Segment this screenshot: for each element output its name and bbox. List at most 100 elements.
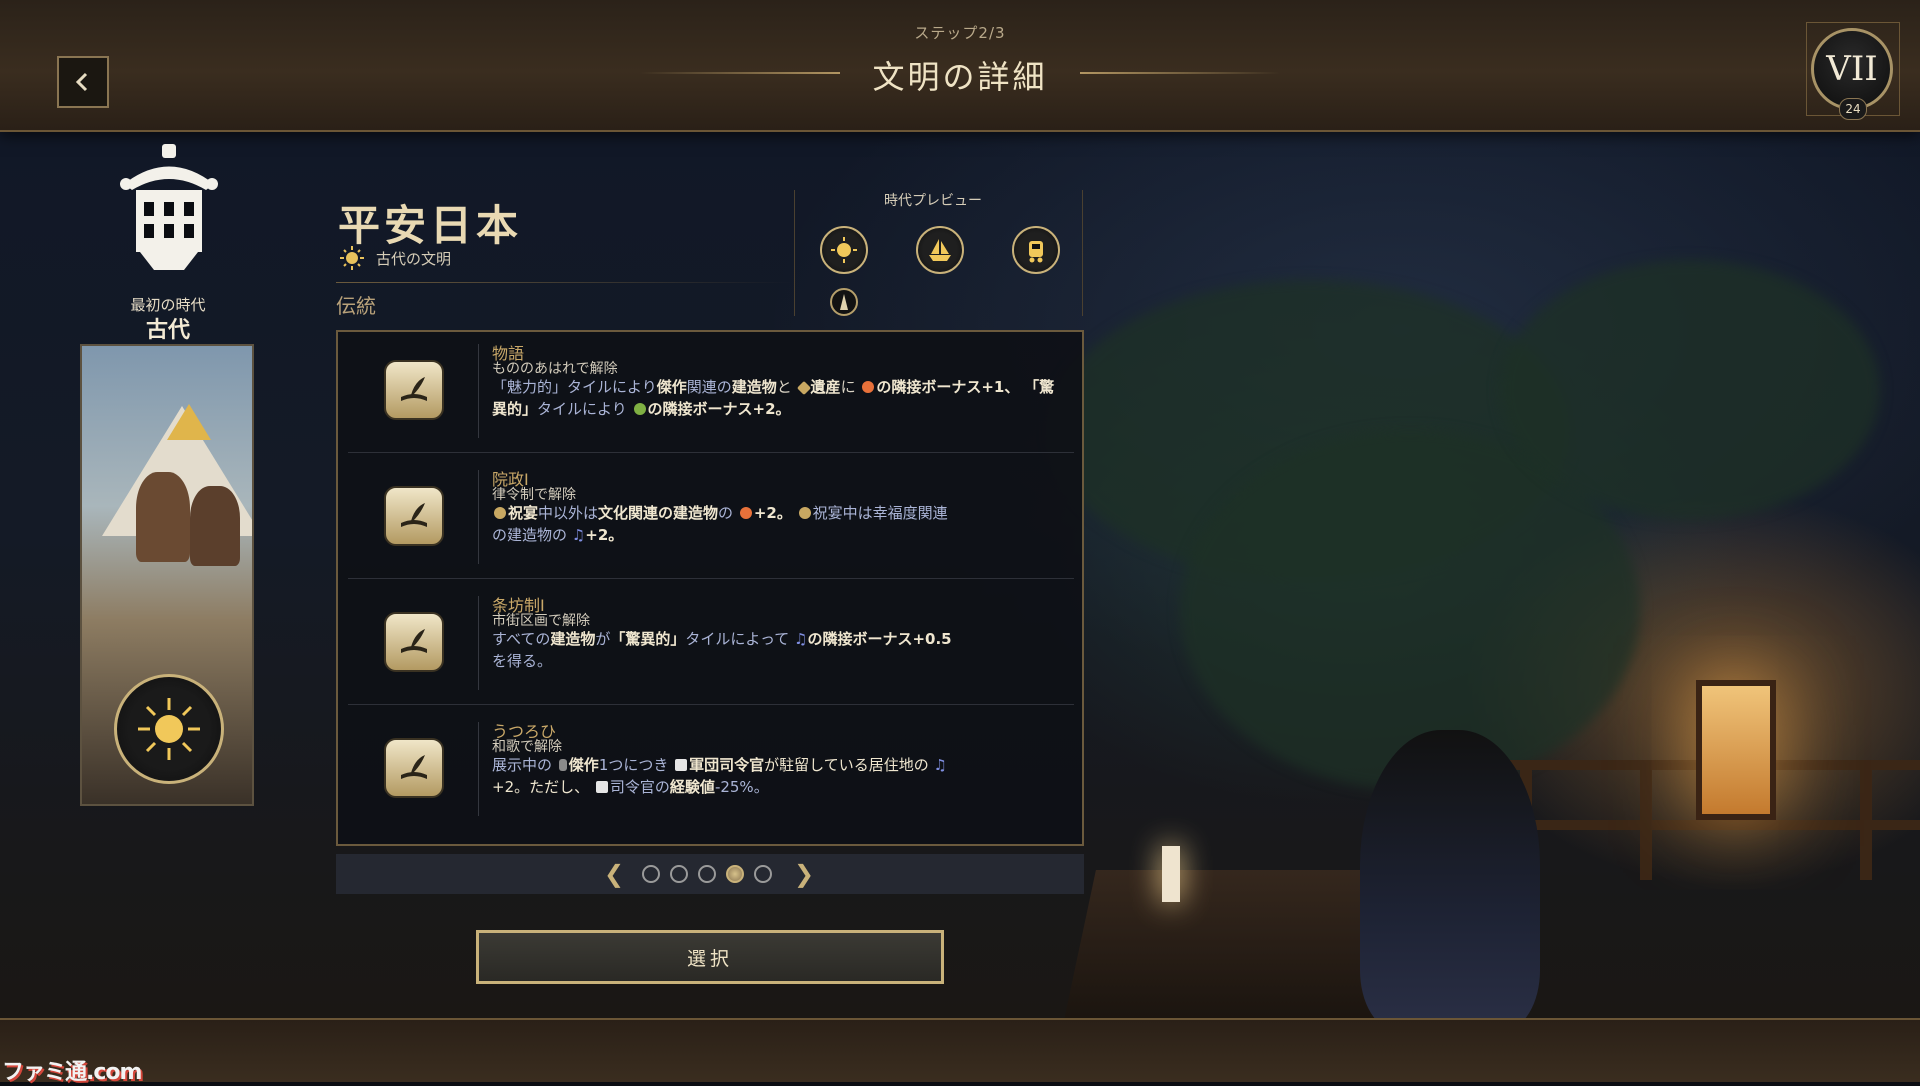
pyramid-capstone	[167, 404, 211, 440]
preview-antiquity-button[interactable]	[820, 226, 868, 274]
desc-text: +2。	[753, 504, 792, 522]
desc-text: すべての	[492, 630, 551, 648]
header-bar: ステップ2/3 文明の詳細 VII 24	[0, 0, 1920, 132]
happiness-icon	[862, 381, 875, 393]
tradition-item: 条坊制I 市街区画で解除 すべての建造物が「驚異的」タイルによって ♫の隣接ボー…	[348, 584, 1074, 705]
lantern-illustration	[1696, 680, 1776, 820]
preview-modern-button[interactable]	[1012, 226, 1060, 274]
desc-text: 展示中の	[492, 756, 553, 774]
traditions-panel: 物語 もののあはれで解除 「魅力的」タイルにより傑作関連の建造物と 遺産に の隣…	[336, 330, 1084, 846]
masterwork-icon	[558, 759, 567, 771]
tradition-unlock: もののあはれで解除	[492, 361, 618, 377]
desc-text: 祝宴中は幸福度関連	[812, 504, 948, 522]
celebration-icon	[798, 507, 811, 519]
desc-text: が	[595, 630, 611, 648]
tradition-book-icon	[384, 612, 444, 672]
ship-icon	[929, 239, 951, 261]
era-name: 古代	[145, 318, 190, 343]
railing-post	[1640, 760, 1652, 880]
happiness-icon	[739, 507, 752, 519]
desc-text: 1つにつき	[598, 756, 669, 774]
figure-illustration	[136, 472, 190, 562]
tradition-description: 「魅力的」タイルにより傑作関連の建造物と 遺産に の隣接ボーナス+1、 「驚異的…	[492, 376, 1062, 420]
heading-divider	[336, 282, 792, 283]
sun-icon	[138, 698, 200, 760]
next-page-arrow-icon[interactable]: ❯	[794, 860, 814, 888]
item-divider	[478, 596, 479, 690]
page-dot-active[interactable]	[726, 865, 744, 883]
desc-text: の隣接ボーナス+2。	[647, 400, 791, 418]
desc-keyword: 傑作	[568, 756, 599, 774]
footer-bar	[0, 1018, 1920, 1082]
page-dot[interactable]	[754, 865, 772, 883]
culture-note-icon: ♫	[794, 630, 808, 648]
shield-icon	[675, 759, 688, 771]
desc-keyword: 建造物	[550, 630, 596, 648]
tradition-description: すべての建造物が「驚異的」タイルによって ♫の隣接ボーナス+0.5 を得る。	[492, 628, 1062, 672]
select-button[interactable]: 選択	[476, 930, 944, 984]
monument-icon	[840, 294, 848, 310]
tradition-book-icon	[384, 360, 444, 420]
desc-text: タイルにより	[537, 400, 627, 418]
item-divider	[478, 470, 479, 564]
desc-keyword: 軍団司令官	[689, 756, 765, 774]
tree-foliage	[1500, 260, 1880, 520]
tradition-section-label: 伝統	[336, 294, 376, 318]
tradition-item: 物語 もののあはれで解除 「魅力的」タイルにより傑作関連の建造物と 遺産に の隣…	[348, 332, 1074, 453]
desc-keyword: 建造物	[731, 378, 777, 396]
tradition-book-icon	[384, 738, 444, 798]
tradition-book-icon	[384, 486, 444, 546]
wonder-icon	[796, 380, 811, 396]
preview-divider	[794, 190, 795, 316]
desc-keyword: 文化関連の建造物	[598, 504, 719, 522]
figure-illustration	[190, 486, 240, 566]
tradition-item: うつろひ 和歌で解除 展示中の 傑作1つにつき 軍団司令官が駐留している居住地の…	[348, 710, 1074, 830]
page-dot[interactable]	[698, 865, 716, 883]
desc-text: 関連の	[686, 378, 732, 396]
desc-text: -25%。	[714, 778, 769, 796]
food-icon	[633, 403, 646, 415]
desc-keyword: 「驚異的」	[610, 630, 686, 648]
veranda-railing	[1480, 820, 1920, 830]
shield-icon	[595, 781, 608, 793]
prev-page-arrow-icon[interactable]: ❮	[604, 860, 624, 888]
page-title: 文明の詳細	[872, 58, 1048, 96]
sun-icon	[831, 237, 857, 263]
preview-exploration-button[interactable]	[916, 226, 964, 274]
desc-text: を得る。	[492, 652, 553, 670]
civ-emblem-icon	[120, 144, 218, 270]
desc-text: の隣接ボーナス+0.5	[807, 630, 952, 648]
culture-note-icon: ♫	[571, 526, 586, 544]
era-count-badge: 24	[1839, 98, 1867, 120]
desc-text: と	[776, 378, 792, 396]
civ-leader-banner	[80, 344, 254, 806]
tradition-unlock: 和歌で解除	[492, 739, 562, 755]
tradition-description: 祝宴中以外は文化関連の建造物の +2。 祝宴中は幸福度関連 の建造物の ♫+2。	[492, 502, 1062, 546]
desc-text: 司令官の	[609, 778, 670, 796]
desc-text: 「魅力的」タイルにより	[492, 378, 657, 396]
celebration-icon	[494, 507, 506, 519]
watermark-logo: ファミ通.com	[2, 1060, 142, 1085]
desc-text: の隣接ボーナス+1、	[876, 378, 1020, 396]
preview-monument-button[interactable]	[830, 288, 858, 316]
candle-illustration	[1162, 846, 1180, 902]
civ-era-subtitle: 古代の文明	[376, 250, 452, 268]
tradition-unlock: 律令制で解除	[492, 487, 576, 503]
desc-text: +2。ただし、	[492, 778, 590, 796]
page-dot[interactable]	[670, 865, 688, 883]
train-icon	[1029, 241, 1043, 263]
tradition-description: 展示中の 傑作1つにつき 軍団司令官が駐留している居住地の ♫ +2。ただし、 …	[492, 754, 1062, 798]
culture-note-icon: ♫	[933, 756, 947, 774]
tradition-unlock: 市街区画で解除	[492, 613, 590, 629]
desc-text: が駐留している居住地の	[764, 756, 929, 774]
preview-divider	[1082, 190, 1083, 316]
item-divider	[478, 722, 479, 816]
desc-text: 中以外は	[538, 504, 599, 522]
page-dot[interactable]	[642, 865, 660, 883]
era-sun-medal	[114, 674, 224, 784]
desc-keyword: 傑作	[656, 378, 687, 396]
tradition-item: 院政I 律令制で解除 祝宴中以外は文化関連の建造物の +2。 祝宴中は幸福度関連…	[348, 458, 1074, 579]
pagination-bar: ❮ ❯	[336, 854, 1084, 894]
desc-text: +2。	[585, 526, 624, 544]
desc-text: に	[840, 378, 856, 396]
